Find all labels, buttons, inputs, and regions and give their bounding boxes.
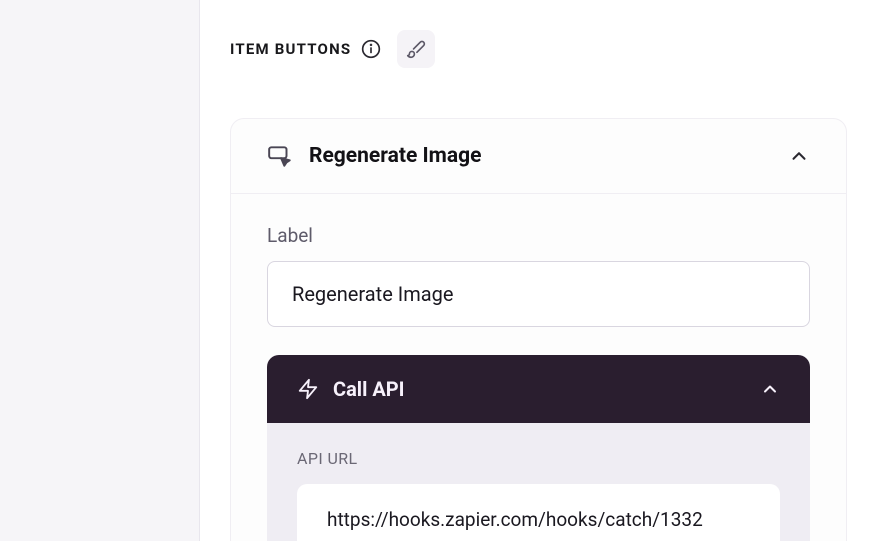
- chevron-up-icon: [760, 379, 780, 399]
- call-api-title: Call API: [333, 377, 760, 401]
- section-title: ITEM BUTTONS: [230, 40, 351, 58]
- label-field-label: Label: [267, 224, 810, 247]
- button-icon: [267, 143, 293, 169]
- sidebar: [0, 0, 200, 541]
- card-header[interactable]: Regenerate Image: [231, 119, 846, 194]
- chevron-up-icon: [788, 145, 810, 167]
- style-brush-button[interactable]: [397, 30, 435, 68]
- item-button-card: Regenerate Image Label Cal: [230, 118, 847, 541]
- info-icon[interactable]: [361, 39, 381, 59]
- lightning-icon: [297, 378, 319, 400]
- call-api-header[interactable]: Call API: [267, 355, 810, 423]
- card-body: Label Call API: [231, 194, 846, 541]
- section-header: ITEM BUTTONS: [230, 30, 847, 68]
- call-api-card: Call API API URL https://hooks.zapier.co…: [267, 355, 810, 541]
- card-title: Regenerate Image: [309, 144, 788, 168]
- call-api-body: API URL https://hooks.zapier.com/hooks/c…: [267, 423, 810, 541]
- api-url-input[interactable]: https://hooks.zapier.com/hooks/catch/133…: [297, 484, 780, 541]
- api-url-value: https://hooks.zapier.com/hooks/catch/133…: [327, 508, 703, 531]
- label-input[interactable]: [267, 261, 810, 327]
- main-panel: ITEM BUTTONS Regenerate Image: [200, 0, 882, 541]
- api-url-label: API URL: [297, 449, 780, 468]
